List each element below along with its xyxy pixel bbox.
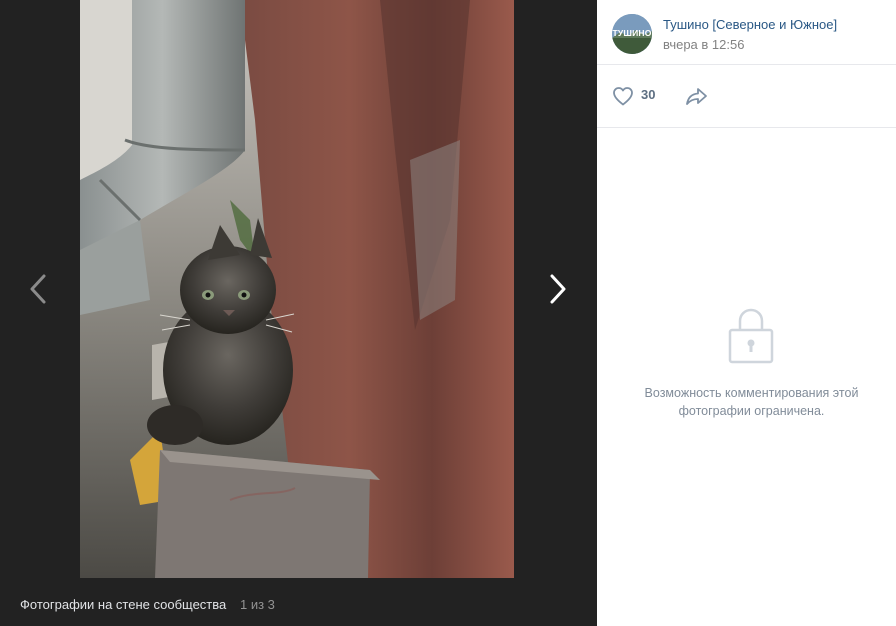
photo[interactable] bbox=[80, 0, 514, 578]
comments-closed-line-1: Возможность комментирования этой bbox=[644, 386, 859, 400]
share-button[interactable] bbox=[684, 84, 710, 108]
kitten-photo bbox=[80, 0, 514, 578]
photo-counter: 1 из 3 bbox=[240, 597, 275, 612]
next-photo-button[interactable] bbox=[540, 272, 574, 306]
lock-icon bbox=[728, 308, 774, 364]
comments-closed-text: Возможность комментирования этой фотогра… bbox=[617, 384, 886, 420]
previous-photo-button[interactable] bbox=[22, 272, 56, 306]
chevron-left-icon bbox=[30, 274, 46, 304]
comments-closed-block: Возможность комментирования этой фотогра… bbox=[597, 128, 896, 626]
photo-viewer: Фотографии на стене сообщества 1 из 3 bbox=[0, 0, 597, 626]
photo-info-panel: ТУШИНО Тушино [Северное и Южное] вчера в… bbox=[597, 0, 896, 626]
heart-icon bbox=[613, 87, 633, 106]
share-icon bbox=[686, 88, 707, 105]
chevron-right-icon bbox=[550, 274, 566, 304]
actions-bar: 30 bbox=[597, 65, 896, 128]
post-date[interactable]: вчера в 12:56 bbox=[663, 37, 744, 52]
album-title[interactable]: Фотографии на стене сообщества bbox=[20, 597, 226, 612]
like-button[interactable]: 30 bbox=[611, 84, 671, 108]
author-name-link[interactable]: Тушино [Северное и Южное] bbox=[663, 17, 837, 32]
avatar[interactable]: ТУШИНО bbox=[612, 14, 652, 54]
viewer-footer: Фотографии на стене сообщества 1 из 3 bbox=[0, 578, 597, 626]
comments-closed-line-2: фотографии ограничена. bbox=[678, 404, 825, 418]
like-count: 30 bbox=[641, 87, 656, 102]
author-block: ТУШИНО Тушино [Северное и Южное] вчера в… bbox=[597, 0, 896, 65]
avatar-text: ТУШИНО bbox=[612, 28, 652, 38]
